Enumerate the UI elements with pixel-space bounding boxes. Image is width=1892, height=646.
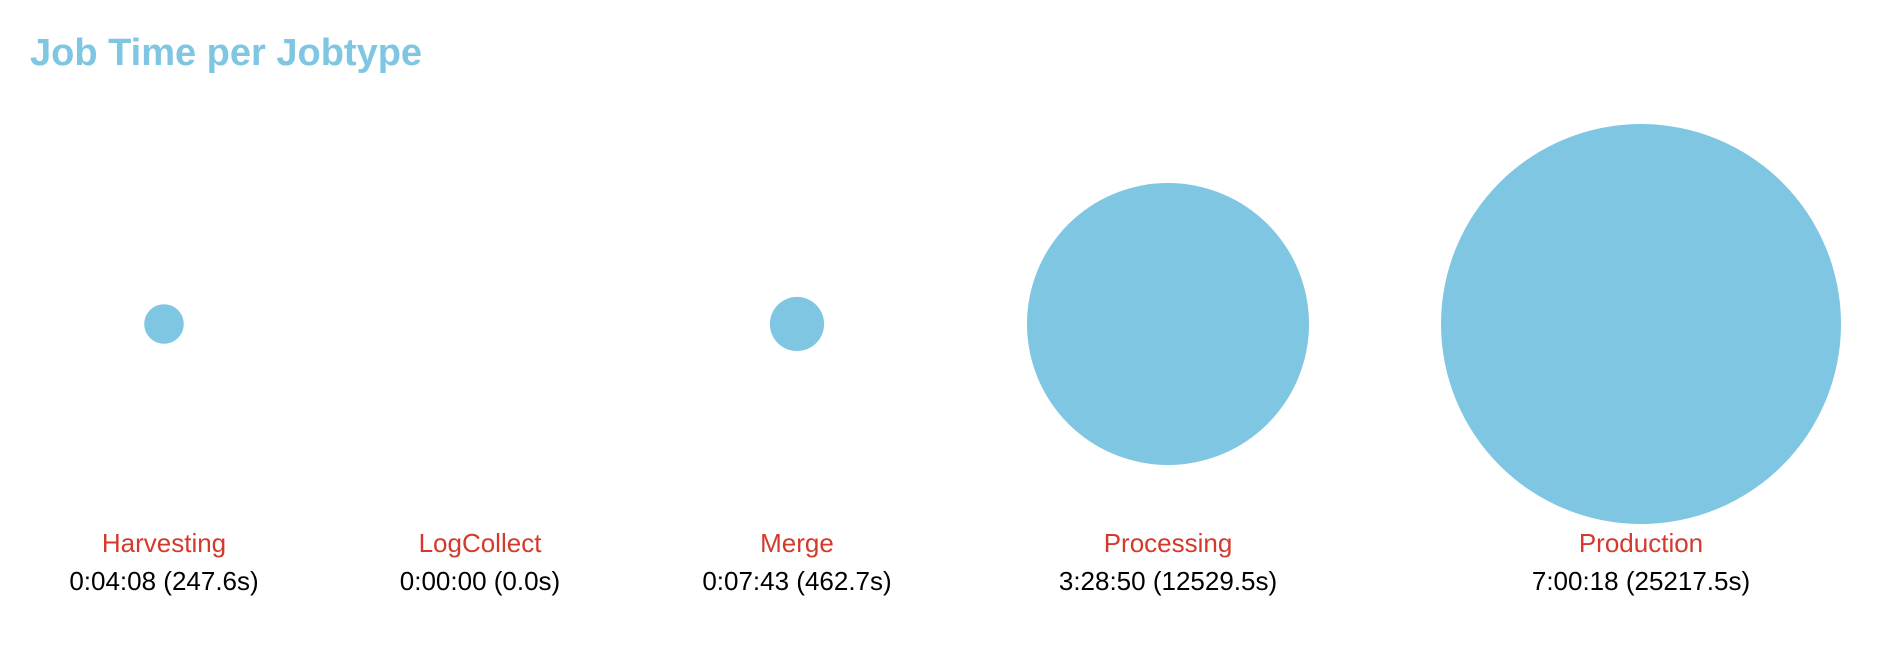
bubble-harvesting (144, 304, 184, 344)
category-label-processing: Processing (1104, 528, 1233, 558)
category-label-production: Production (1579, 528, 1703, 558)
value-label-harvesting: 0:04:08 (247.6s) (69, 566, 258, 596)
bubble-production (1441, 124, 1841, 524)
value-label-logcollect: 0:00:00 (0.0s) (400, 566, 560, 596)
category-label-merge: Merge (760, 528, 834, 558)
value-label-processing: 3:28:50 (12529.5s) (1059, 566, 1277, 596)
value-label-production: 7:00:18 (25217.5s) (1532, 566, 1750, 596)
bubbles-group (144, 124, 1841, 524)
bubble-processing (1027, 183, 1309, 465)
bubble-merge (769, 296, 825, 352)
bubble-chart: Harvesting 0:04:08 (247.6s) LogCollect 0:00… (69, 124, 1841, 596)
value-label-merge: 0:07:43 (462.7s) (702, 566, 891, 596)
category-label-harvesting: Harvesting (102, 528, 226, 558)
category-label-logcollect: LogCollect (419, 528, 543, 558)
labels-group: Harvesting 0:04:08 (247.6s) LogCollect 0:00… (69, 528, 1750, 596)
